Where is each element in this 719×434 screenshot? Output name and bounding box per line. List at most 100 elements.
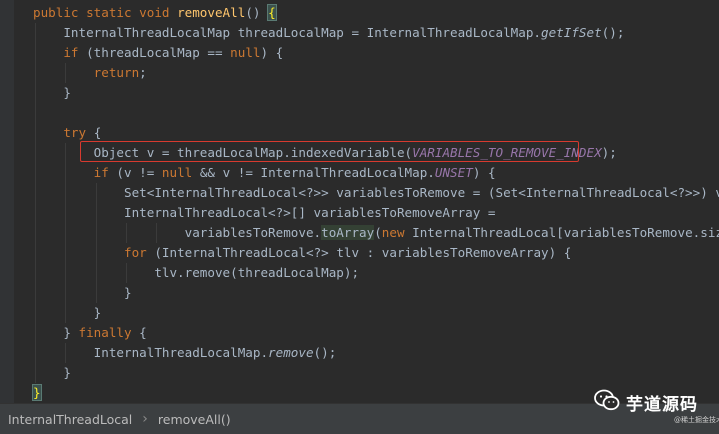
indent-guide [35,103,36,123]
indent-guide [65,223,67,243]
indent-guide [35,263,36,283]
code-token: ( [374,225,382,240]
code-line[interactable]: variablesToRemove.toArray(new InternalTh… [33,223,719,243]
code-token: (v != [116,165,162,180]
breadcrumb-separator: › [142,411,148,427]
code-token: getIfSet [541,25,602,40]
code-token: ); [601,145,617,160]
code-line[interactable]: } [33,303,719,323]
indent-guide [65,343,67,363]
indent-guide [35,63,36,83]
indent-guide [35,223,36,243]
code-token: InternalThreadLocal[variablesToRemove.si… [412,225,719,240]
indent-guide [95,243,97,263]
code-token: UNSET [434,165,473,180]
code-token: Set<InternalThreadLocal<?>> variablesToR… [33,185,719,200]
indent-guide [35,123,36,143]
code-token: removeAll [177,5,246,20]
indent-guide [35,303,36,323]
indent-guide [35,23,36,43]
editor-gutter [0,0,14,403]
indent-guide [65,203,67,223]
code-line[interactable] [33,103,719,123]
indent-guide [156,223,158,243]
indent-guide [35,203,36,223]
indent-guide [65,283,67,303]
indent-guide [65,63,67,83]
code-token: for [124,245,155,260]
code-token: } [33,365,71,380]
indent-guide [95,183,97,203]
code-token: new [381,225,413,240]
code-line[interactable]: InternalThreadLocal<?>[] variablesToRemo… [33,203,719,223]
indent-guide [65,243,67,263]
indent-guide [35,143,36,163]
code-line[interactable]: InternalThreadLocalMap threadLocalMap = … [33,23,719,43]
code-token: { [93,125,102,140]
indent-guide [125,223,127,243]
code-line[interactable]: tlv.remove(threadLocalMap); [33,263,719,283]
code-line[interactable]: } [33,283,719,303]
code-line[interactable]: public static void removeAll() { [33,3,719,23]
code-token: } [33,305,102,320]
code-line[interactable]: } finally { [33,323,719,343]
breadcrumb-item-class[interactable]: InternalThreadLocal [8,412,132,427]
code-token: } [33,325,79,340]
code-token: public static void [33,5,178,20]
highlight-box [80,141,579,162]
indent-guide [65,263,67,283]
code-token: (); [313,345,337,360]
indent-guide [95,203,97,223]
code-area[interactable]: public static void removeAll() { Interna… [32,3,719,403]
code-token: InternalThreadLocalMap threadLocalMap = … [33,25,541,40]
indent-guide [65,143,67,163]
code-line[interactable]: try { [33,123,719,143]
wechat-icon [594,389,620,411]
indent-guide [95,263,97,283]
code-token: InternalThreadLocalMap. [33,345,269,360]
code-token: && v != InternalThreadLocalMap. [199,165,435,180]
code-token: { [139,325,147,340]
watermark: 芋道源码 @稀土掘金技术社区 [592,384,719,428]
code-editor[interactable]: public static void removeAll() { Interna… [0,0,719,403]
code-line[interactable]: if (v != null && v != InternalThreadLoca… [33,163,719,183]
indent-guide [65,303,67,323]
code-token: } [32,384,42,401]
indent-guide [65,163,67,183]
code-line[interactable]: for (InternalThreadLocal<?> tlv : variab… [33,243,719,263]
code-line[interactable]: } [33,83,719,103]
code-token: (); [601,25,625,40]
code-token: if [63,45,87,60]
code-token: (threadLocalMap == [86,45,231,60]
code-token: toArray [321,225,375,240]
indent-guide [35,43,36,63]
code-token: ) { [260,45,284,60]
indent-guide [65,183,67,203]
indent-guide [125,263,127,283]
indent-guide [95,283,97,303]
code-token: variablesToRemove. [33,225,322,240]
code-token: null [230,45,261,60]
code-token: (InternalThreadLocal<?> tlv : variablesT… [154,245,572,260]
code-token: tlv.remove(threadLocalMap); [33,265,360,280]
code-token: { [267,4,277,21]
code-token: if [93,165,117,180]
code-token: } [33,285,132,300]
indent-guide [35,183,36,203]
code-token: } [33,85,71,100]
code-line[interactable]: if (threadLocalMap == null) { [33,43,719,63]
indent-guide [35,323,36,343]
code-token: null [161,165,200,180]
code-line[interactable]: InternalThreadLocalMap.remove(); [33,343,719,363]
breadcrumb-item-method[interactable]: removeAll() [158,412,231,427]
code-line[interactable]: Set<InternalThreadLocal<?>> variablesToR… [33,183,719,203]
code-line[interactable]: return; [33,63,719,83]
indent-guide [35,243,36,263]
code-token: InternalThreadLocal<?>[] variablesToRemo… [33,205,496,220]
code-line[interactable]: } [33,363,719,383]
